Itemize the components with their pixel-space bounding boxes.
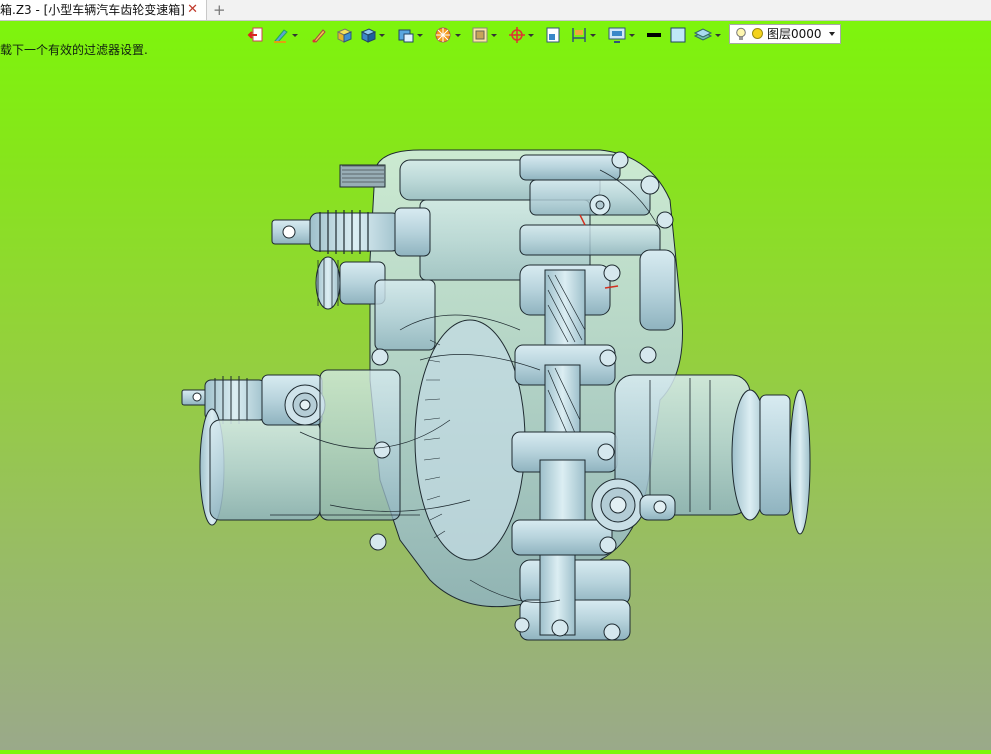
page-icon[interactable] xyxy=(545,24,561,46)
line-color-icon[interactable] xyxy=(645,24,663,46)
render-icon[interactable] xyxy=(433,24,461,46)
pencil-icon[interactable] xyxy=(311,24,327,46)
lightbulb-icon[interactable] xyxy=(735,27,747,47)
tab-bar: 箱.Z3 - [小型车辆汽车齿轮变速箱] ✕ + xyxy=(0,0,991,21)
gearbox-model[interactable] xyxy=(0,50,991,750)
shade-icon[interactable] xyxy=(471,24,497,46)
display-icon[interactable] xyxy=(607,24,635,46)
layer-stack-icon[interactable] xyxy=(693,24,721,46)
solid-box-icon[interactable] xyxy=(335,24,353,46)
fill-color-icon[interactable] xyxy=(669,24,687,46)
pen-icon[interactable] xyxy=(272,24,298,46)
snap-icon[interactable] xyxy=(508,24,534,46)
layer-color-icon xyxy=(752,28,763,39)
cube-icon[interactable] xyxy=(359,24,385,46)
view-cube-icon[interactable] xyxy=(397,24,423,46)
layer-selector[interactable]: 图层0000 xyxy=(729,24,841,44)
chevron-down-icon[interactable] xyxy=(829,32,835,36)
dimension-icon[interactable] xyxy=(570,24,596,46)
document-tab-title: 箱.Z3 - [小型车辆汽车齿轮变速箱] xyxy=(0,3,185,17)
close-icon[interactable]: ✕ xyxy=(187,0,198,20)
layer-name: 图层0000 xyxy=(767,27,822,41)
exit-icon[interactable] xyxy=(247,24,265,46)
new-tab-icon[interactable]: + xyxy=(213,0,226,20)
document-tab[interactable]: 箱.Z3 - [小型车辆汽车齿轮变速箱] ✕ xyxy=(0,0,207,20)
3d-viewport[interactable] xyxy=(0,50,991,750)
